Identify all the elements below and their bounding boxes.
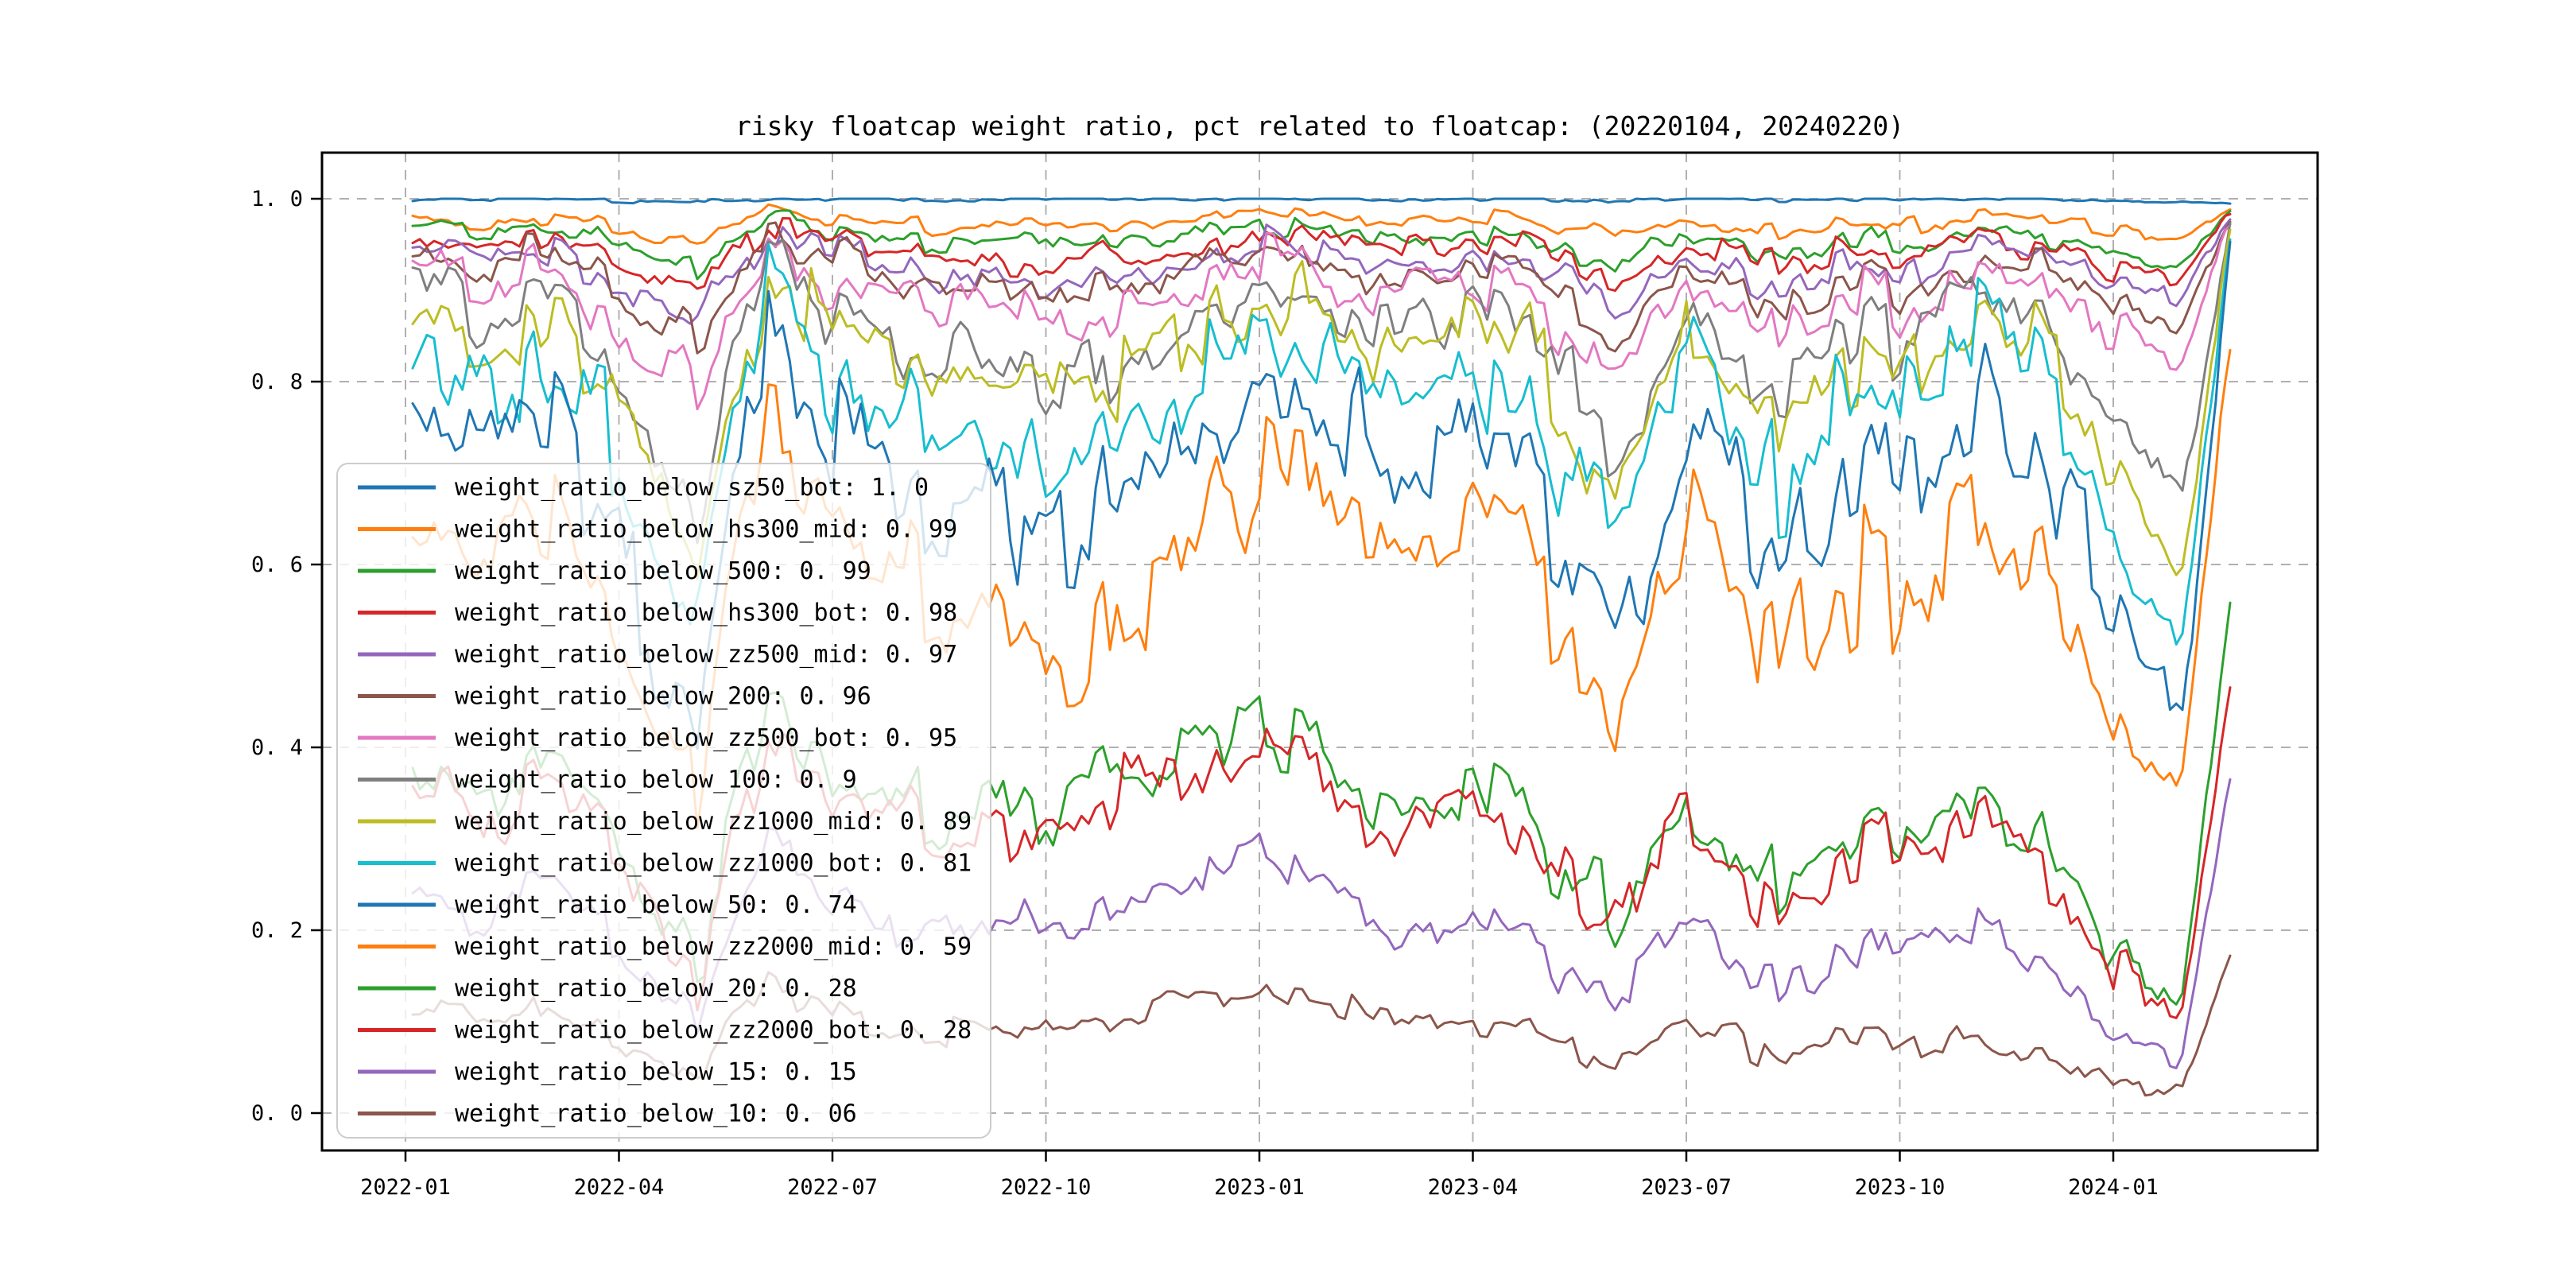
legend-label-weight_ratio_below_20: weight_ratio_below_20: 0. 28 <box>455 975 857 1003</box>
legend-label-weight_ratio_below_hs300_mid: weight_ratio_below_hs300_mid: 0. 99 <box>455 516 957 544</box>
legend-label-weight_ratio_below_zz1000_mid: weight_ratio_below_zz1000_mid: 0. 89 <box>455 808 972 836</box>
x-tick-label-2022-04: 2022-04 <box>574 1175 665 1200</box>
x-tick-label-2023-04: 2023-04 <box>1428 1175 1519 1200</box>
legend-label-weight_ratio_below_zz2000_mid: weight_ratio_below_zz2000_mid: 0. 59 <box>455 933 972 961</box>
y-tick-label-0.6: 0. 6 <box>251 553 303 577</box>
legend-label-weight_ratio_below_zz500_bot: weight_ratio_below_zz500_bot: 0. 95 <box>455 724 957 752</box>
y-tick-label-0.8: 0. 8 <box>251 370 303 394</box>
legend-label-weight_ratio_below_hs300_bot: weight_ratio_below_hs300_bot: 0. 98 <box>455 599 957 627</box>
figure: 2022-01 2022-04 2022-07 2022-10 2023-01 2023-… <box>0 0 2576 1288</box>
legend-label-weight_ratio_below_50: weight_ratio_below_50: 0. 74 <box>455 891 857 919</box>
x-tick-label-2023-01: 2023-01 <box>1214 1175 1305 1200</box>
legend-label-weight_ratio_below_zz1000_bot: weight_ratio_below_zz1000_bot: 0. 81 <box>455 850 972 878</box>
chart-title: risky floatcap weight ratio, pct related… <box>735 111 1904 142</box>
y-tick-label-0.2: 0. 2 <box>251 918 303 943</box>
x-tick-label-2023-07: 2023-07 <box>1641 1175 1732 1200</box>
legend-label-weight_ratio_below_500: weight_ratio_below_500: 0. 99 <box>455 557 871 585</box>
legend-label-weight_ratio_below_zz500_mid: weight_ratio_below_zz500_mid: 0. 97 <box>455 641 957 669</box>
x-tick-label-2022-01: 2022-01 <box>360 1175 451 1200</box>
x-tick-label-2022-10: 2022-10 <box>1001 1175 1092 1200</box>
y-tick-label-0.0: 0. 0 <box>251 1101 303 1126</box>
legend-label-weight_ratio_below_100: weight_ratio_below_100: 0. 9 <box>455 766 857 794</box>
legend-label-weight_ratio_below_200: weight_ratio_below_200: 0. 96 <box>455 683 871 711</box>
y-tick-label-0.4: 0. 4 <box>251 735 303 760</box>
chart-canvas: 2022-01 2022-04 2022-07 2022-10 2023-01 2023-… <box>0 0 2576 1288</box>
legend-label-weight_ratio_below_sz50_bot: weight_ratio_below_sz50_bot: 1. 0 <box>455 474 929 502</box>
legend: weight_ratio_below_sz50_bot: 1. 0 weight_… <box>336 463 991 1139</box>
legend-label-weight_ratio_below_15: weight_ratio_below_15: 0. 15 <box>455 1058 857 1086</box>
x-tick-label-2023-10: 2023-10 <box>1855 1175 1946 1200</box>
x-tick-label-2024-01: 2024-01 <box>2068 1175 2159 1200</box>
legend-label-weight_ratio_below_10: weight_ratio_below_10: 0. 06 <box>455 1100 857 1128</box>
y-tick-label-1.0: 1. 0 <box>251 187 303 211</box>
x-tick-label-2022-07: 2022-07 <box>787 1175 878 1200</box>
legend-label-weight_ratio_below_zz2000_bot: weight_ratio_below_zz2000_bot: 0. 28 <box>455 1017 972 1045</box>
